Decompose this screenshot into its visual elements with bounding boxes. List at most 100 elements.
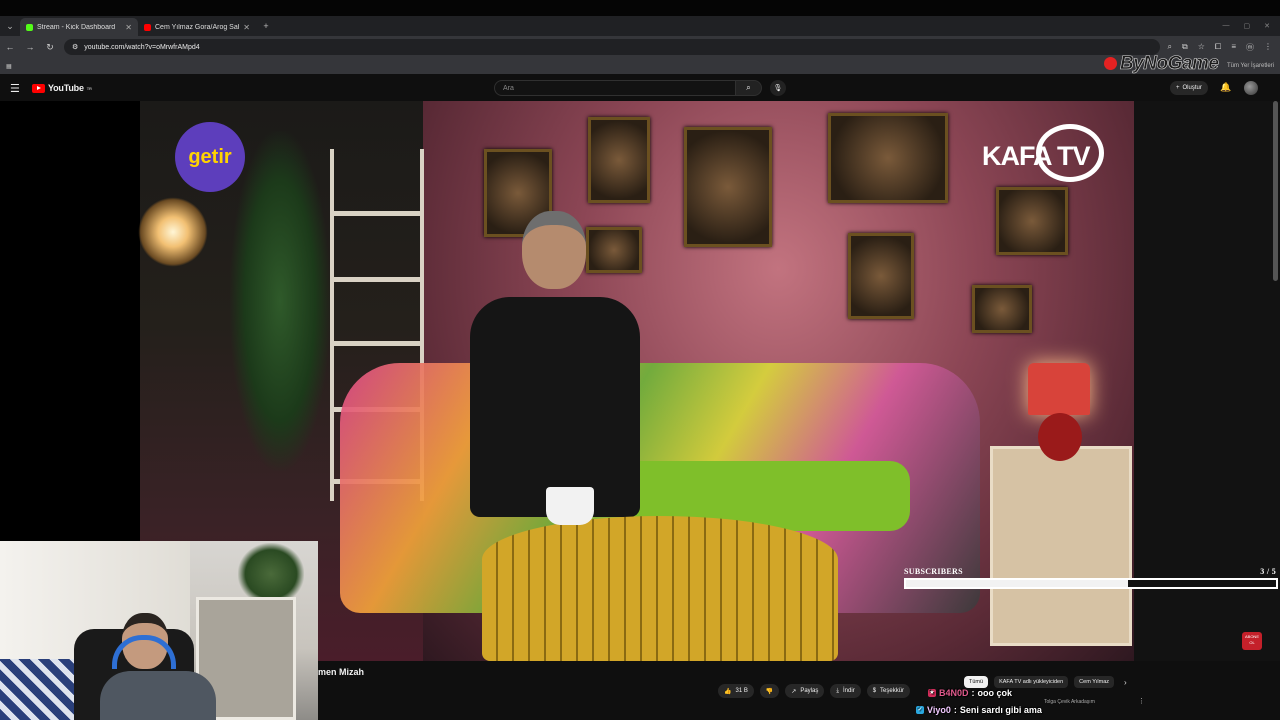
kafa-tv-logo: KAFA TV (982, 141, 1090, 171)
youtube-play-icon (32, 83, 45, 93)
tab-search-chevron-icon[interactable]: ⌄ (0, 16, 20, 36)
create-label: Oluştur (1182, 85, 1202, 91)
thumbs-up-icon: 👍 (724, 688, 732, 695)
studio-light (138, 197, 208, 267)
thumbs-down-icon: 👎 (765, 688, 774, 695)
bookmarks-bar: ▦ Tüm Yer İşaretleri (0, 58, 1280, 74)
chat-separator: : (953, 705, 957, 715)
close-tab-icon[interactable]: ✕ (125, 23, 132, 32)
table-lamp (1028, 363, 1090, 415)
close-tab-icon[interactable]: ✕ (243, 23, 250, 32)
getir-sponsor-logo: getir (175, 122, 245, 192)
chat-separator: : (971, 688, 975, 698)
browser-tab-kick[interactable]: Stream - Kick Dashboard ✕ (20, 18, 138, 36)
more-options-icon[interactable]: ⋮ (1138, 697, 1145, 705)
youtube-favicon-icon (144, 23, 151, 31)
plus-icon: + (1176, 85, 1180, 91)
notifications-bell-icon[interactable]: 🔔 (1220, 82, 1231, 93)
os-top-bar (0, 0, 1280, 16)
like-button[interactable]: 👍 31 B (718, 684, 754, 698)
hamburger-menu-icon[interactable]: ☰ (10, 82, 24, 95)
related-filter-chips: Tümü KAFA TV adlı yükleyiciden Cem Yılma… (964, 676, 1127, 688)
download-label: İndir (843, 688, 855, 694)
account-avatar[interactable] (1244, 81, 1258, 95)
zoom-icon[interactable]: ⌕ (1168, 42, 1172, 53)
chat-username: Viyo0 (927, 705, 951, 715)
chat-badge-icon: ✓ (916, 706, 924, 714)
browser-tab-youtube[interactable]: Cem Yılmaz Gora/Arog Sahnele... ✕ (138, 18, 256, 36)
youtube-header: ☰ YouTube TR Ara ⌕ 🎙 + Oluştur 🔔 (0, 76, 1280, 100)
reload-icon[interactable]: ↻ (44, 42, 56, 53)
site-info-icon[interactable]: ⚙ (72, 43, 78, 51)
coffee-table (482, 516, 838, 661)
subscribe-badge[interactable]: ABONE OL (1242, 632, 1262, 650)
streamer-webcam (0, 541, 318, 720)
media-icon[interactable]: ≡ (1231, 42, 1236, 53)
chevron-right-icon[interactable]: › (1124, 678, 1127, 687)
mug (546, 487, 594, 525)
extensions-icon[interactable]: ⧠ (1215, 42, 1221, 53)
browser-tab-strip: ⌄ Stream - Kick Dashboard ✕ Cem Yılmaz G… (0, 16, 1280, 36)
goal-title: SUBSCRIBERS (904, 567, 963, 576)
search-icon: ⌕ (746, 83, 751, 92)
back-icon[interactable]: ← (4, 42, 16, 52)
download-button[interactable]: ⤓ İndir (830, 684, 861, 698)
bookmark-star-icon[interactable]: ☆ (1198, 42, 1205, 53)
painting-frame (848, 233, 914, 319)
page-scrollbar[interactable] (1273, 101, 1278, 281)
share-label: Paylaş (800, 688, 819, 694)
chat-message: ★ B4N0D : ooo çok (928, 688, 1012, 698)
host-head (522, 211, 586, 289)
video-actions: 👍 31 B 👎 ↗ Paylaş ⤓ İndir $ Teşekkür (718, 684, 911, 698)
subscribers-goal-label: SUBSCRIBERS 3 / 5 (904, 567, 1278, 576)
thanks-icon: $ (872, 688, 877, 694)
painting-frame (828, 113, 948, 203)
apps-grid-icon[interactable]: ▦ (6, 63, 12, 70)
minimize-icon[interactable]: — (1223, 22, 1230, 30)
url-text: youtube.com/watch?v=oMrwfrAMpd4 (84, 43, 200, 51)
goal-progress-bar (904, 578, 1278, 589)
forward-icon[interactable]: → (24, 42, 36, 52)
search-button[interactable]: ⌕ (736, 80, 762, 96)
like-count: 31 B (735, 688, 748, 694)
voice-search-button[interactable]: 🎙 (770, 80, 786, 96)
all-bookmarks[interactable]: Tüm Yer İşaretleri (1227, 63, 1274, 69)
close-window-icon[interactable]: ✕ (1264, 22, 1270, 30)
chat-text: ooo çok (977, 688, 1013, 698)
chat-text: Seni sardı gibi ama (959, 705, 1042, 715)
chip-cem-yilmaz[interactable]: Cem Yılmaz (1074, 676, 1115, 688)
painting-frame (588, 117, 650, 203)
side-table (990, 446, 1132, 646)
region-code: TR (86, 85, 92, 91)
goal-progress-fill (906, 580, 1128, 587)
chip-all[interactable]: Tümü (964, 676, 989, 688)
tab-title: Cem Yılmaz Gora/Arog Sahnele... (155, 23, 239, 31)
new-tab-button[interactable]: + (256, 16, 276, 36)
recommendation-title[interactable]: Tolga Çevik Arkadaşım (1044, 699, 1095, 705)
share-button[interactable]: ↗ Paylaş (785, 684, 825, 698)
thanks-button[interactable]: $ Teşekkür (866, 684, 911, 698)
streamer-body (100, 671, 216, 720)
webcam-plant (238, 543, 304, 605)
bynogame-watermark: ByNoGame (1104, 53, 1219, 75)
bynogame-logo-icon (1104, 57, 1117, 70)
youtube-logo[interactable]: YouTube TR (32, 83, 92, 93)
browser-menu-icon[interactable]: ⋮ (1264, 42, 1272, 53)
chip-from-uploader[interactable]: KAFA TV adlı yükleyiciden (994, 676, 1069, 688)
painting-frame (972, 285, 1032, 333)
create-button[interactable]: + Oluştur (1170, 81, 1208, 95)
address-bar[interactable]: ⚙ youtube.com/watch?v=oMrwfrAMpd4 (64, 39, 1160, 55)
search-input[interactable]: Ara (494, 80, 736, 96)
subscribers-goal-overlay: SUBSCRIBERS 3 / 5 (904, 567, 1278, 593)
tab-title: Stream - Kick Dashboard (37, 23, 116, 31)
maximize-icon[interactable]: ▢ (1244, 22, 1251, 30)
cast-icon[interactable]: ⧉ (1182, 42, 1188, 53)
painting-frame (684, 127, 772, 247)
profile-icon[interactable]: ⓜ (1246, 42, 1254, 53)
lamp-base (1038, 413, 1082, 461)
chat-message: ✓ Viyo0 : Seni sardı gibi ama (916, 705, 1042, 715)
thanks-label: Teşekkür (880, 688, 905, 694)
dislike-button[interactable]: 👎 (759, 684, 780, 698)
address-toolbar: ← → ↻ ⚙ youtube.com/watch?v=oMrwfrAMpd4 … (0, 36, 1280, 58)
window-controls: — ▢ ✕ (1223, 22, 1280, 30)
